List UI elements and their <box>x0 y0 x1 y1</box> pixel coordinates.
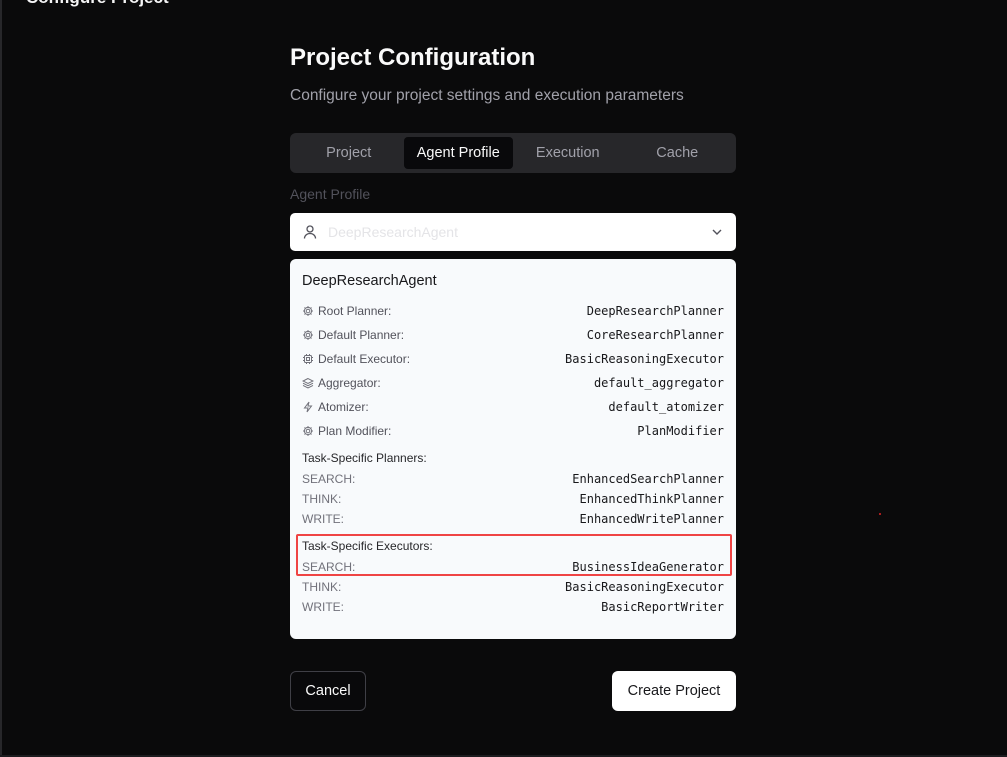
gear-icon <box>303 330 313 340</box>
planner-row: WRITE: EnhancedWritePlanner <box>302 511 724 527</box>
component-value: PlanModifier <box>637 424 724 438</box>
agent-profile-label: Agent Profile <box>290 186 371 202</box>
component-value: default_aggregator <box>593 376 724 390</box>
executor-row: SEARCH: BusinessIdeaGenerator <box>302 559 724 575</box>
executor-key: SEARCH: <box>302 560 356 574</box>
cpu-icon <box>303 354 313 364</box>
component-label: Default Executor: <box>318 352 411 366</box>
planners-section-title: Task-Specific Planners: <box>302 451 427 465</box>
tab-list: Project Agent Profile Execution Cache <box>290 133 736 173</box>
component-label: Atomizer: <box>318 400 369 414</box>
component-row: Default Executor: BasicReasoningExecutor <box>302 351 724 367</box>
executor-key: WRITE: <box>302 600 344 614</box>
executor-value: BasicReportWriter <box>601 600 724 614</box>
component-label: Aggregator: <box>318 376 381 390</box>
component-value: default_atomizer <box>608 400 724 414</box>
executor-key: THINK: <box>302 580 342 594</box>
component-label: Plan Modifier: <box>318 424 392 438</box>
component-value: BasicReasoningExecutor <box>565 352 724 366</box>
component-row: Default Planner: CoreResearchPlanner <box>302 327 724 343</box>
planner-value: EnhancedSearchPlanner <box>572 472 724 486</box>
window-border-left <box>0 0 2 757</box>
planner-key: SEARCH: <box>302 472 356 486</box>
agent-profile-details-card: DeepResearchAgent Root Planner: DeepRese… <box>290 259 736 639</box>
planner-row: THINK: EnhancedThinkPlanner <box>302 491 724 507</box>
chevron-down-icon <box>710 225 724 239</box>
window-title: Configure Project <box>26 0 169 8</box>
cancel-button[interactable]: Cancel <box>290 671 366 711</box>
planner-value: EnhancedWritePlanner <box>579 512 725 526</box>
user-icon <box>302 224 318 240</box>
layers-icon <box>302 377 314 389</box>
gear-icon <box>303 306 313 316</box>
agent-profile-select[interactable]: DeepResearchAgent <box>290 213 736 251</box>
lightning-icon <box>303 401 313 413</box>
page-title: Project Configuration <box>290 44 536 71</box>
tab-cache[interactable]: Cache <box>623 137 733 169</box>
create-project-button[interactable]: Create Project <box>612 671 736 711</box>
executors-section-title: Task-Specific Executors: <box>302 539 433 553</box>
tab-execution[interactable]: Execution <box>513 137 623 169</box>
tab-project[interactable]: Project <box>294 137 404 169</box>
executor-value: BusinessIdeaGenerator <box>572 560 724 574</box>
gear-icon <box>303 426 313 436</box>
component-value: DeepResearchPlanner <box>586 304 724 318</box>
agent-profile-value: DeepResearchAgent <box>328 224 458 240</box>
component-row: Atomizer: default_atomizer <box>302 399 724 415</box>
component-label: Default Planner: <box>318 328 405 342</box>
executor-row: WRITE: BasicReportWriter <box>302 599 724 615</box>
planner-row: SEARCH: EnhancedSearchPlanner <box>302 471 724 487</box>
planner-value: EnhancedThinkPlanner <box>579 492 725 506</box>
executor-row: THINK: BasicReasoningExecutor <box>302 579 724 595</box>
cursor-marker <box>879 513 881 515</box>
planner-key: WRITE: <box>302 512 344 526</box>
tab-agent-profile[interactable]: Agent Profile <box>403 137 513 169</box>
page-subtitle: Configure your project settings and exec… <box>290 87 684 104</box>
planner-key: THINK: <box>302 492 342 506</box>
executor-value: BasicReasoningExecutor <box>565 580 724 594</box>
component-row: Root Planner: DeepResearchPlanner <box>302 303 724 319</box>
component-row: Plan Modifier: PlanModifier <box>302 423 724 439</box>
component-value: CoreResearchPlanner <box>586 328 724 342</box>
component-label: Root Planner: <box>318 304 392 318</box>
profile-name: DeepResearchAgent <box>302 273 437 289</box>
component-row: Aggregator: default_aggregator <box>302 375 724 391</box>
